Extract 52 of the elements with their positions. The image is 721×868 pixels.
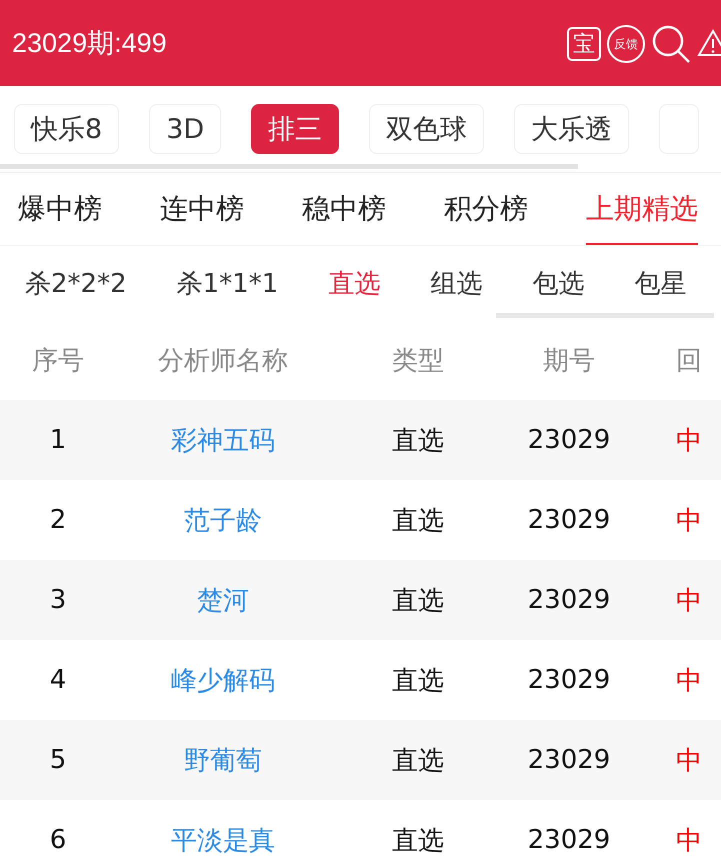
rank-tab[interactable]: 稳中榜 (302, 173, 386, 245)
column-header: 期号 (542, 344, 596, 378)
lottery-tab[interactable]: 3D (149, 104, 222, 154)
result-cell-text: 中 (675, 584, 703, 618)
search-icon[interactable] (651, 24, 691, 64)
table-cell-text: 6 (48, 825, 68, 855)
table-cell-text: 直选 (391, 824, 445, 858)
analyst-link[interactable]: 平淡是真 (116, 822, 330, 858)
play-tab[interactable]: 包选 (532, 266, 584, 300)
table-cell-text: 23029 (526, 665, 612, 695)
table-cell-text: 5 (48, 745, 68, 775)
result-cell-text: 中 (675, 824, 703, 858)
table-cell-text: 4 (48, 665, 68, 695)
column-header: 序号 (31, 344, 85, 378)
analyst-link[interactable]: 范子龄 (116, 502, 330, 538)
rank-tab[interactable]: 上期精选 (586, 173, 698, 245)
column-header: 回 (675, 344, 703, 378)
feedback-button[interactable]: 反馈 (607, 25, 645, 63)
lottery-tab[interactable]: 快乐8 (14, 104, 120, 154)
table-cell-text: 23029 (526, 585, 612, 615)
column-header: 分析师名称 (157, 344, 289, 378)
result-cell-text: 中 (675, 504, 703, 538)
table-cell-text: 直选 (391, 664, 445, 698)
play-tab[interactable]: 包星 (634, 266, 686, 300)
table-cell-text: 23029 (526, 425, 612, 455)
table-cell-text: 23029 (526, 745, 612, 775)
rank-tab[interactable]: 积分榜 (444, 173, 528, 245)
table-cell-text: 直选 (391, 744, 445, 778)
result-cell-text: 中 (675, 664, 703, 698)
column-header: 类型 (391, 344, 445, 378)
table-cell-text: 直选 (391, 584, 445, 618)
table-cell-text: 直选 (391, 424, 445, 458)
rank-tab[interactable]: 爆中榜 (18, 173, 102, 245)
table-cell-text: 3 (48, 585, 68, 615)
result-cell-text: 中 (675, 744, 703, 778)
table-cell-text: 23029 (526, 505, 612, 535)
lottery-tab[interactable]: 大乐透 (514, 104, 630, 154)
play-tab[interactable]: 组选 (430, 266, 482, 300)
lottery-tab[interactable]: 双色球 (369, 104, 484, 154)
page-title: 23029期:499 (12, 27, 167, 60)
analyst-link[interactable]: 峰少解码 (116, 662, 330, 698)
treasure-button[interactable]: 宝 (567, 27, 601, 61)
play-tab[interactable]: 杀1*1*1 (176, 266, 278, 300)
table-cell-text: 2 (48, 505, 68, 535)
table-cell-text: 直选 (391, 504, 445, 538)
table-cell-text: 23029 (526, 825, 612, 855)
table-cell-text: 1 (48, 425, 68, 455)
rank-tab[interactable]: 连中榜 (160, 173, 244, 245)
play-tab[interactable]: 杀2*2*2 (25, 266, 127, 300)
lottery-tab[interactable]: 排三 (251, 104, 340, 154)
play-tab[interactable]: 直选 (328, 266, 380, 300)
result-cell-text: 中 (675, 424, 703, 458)
